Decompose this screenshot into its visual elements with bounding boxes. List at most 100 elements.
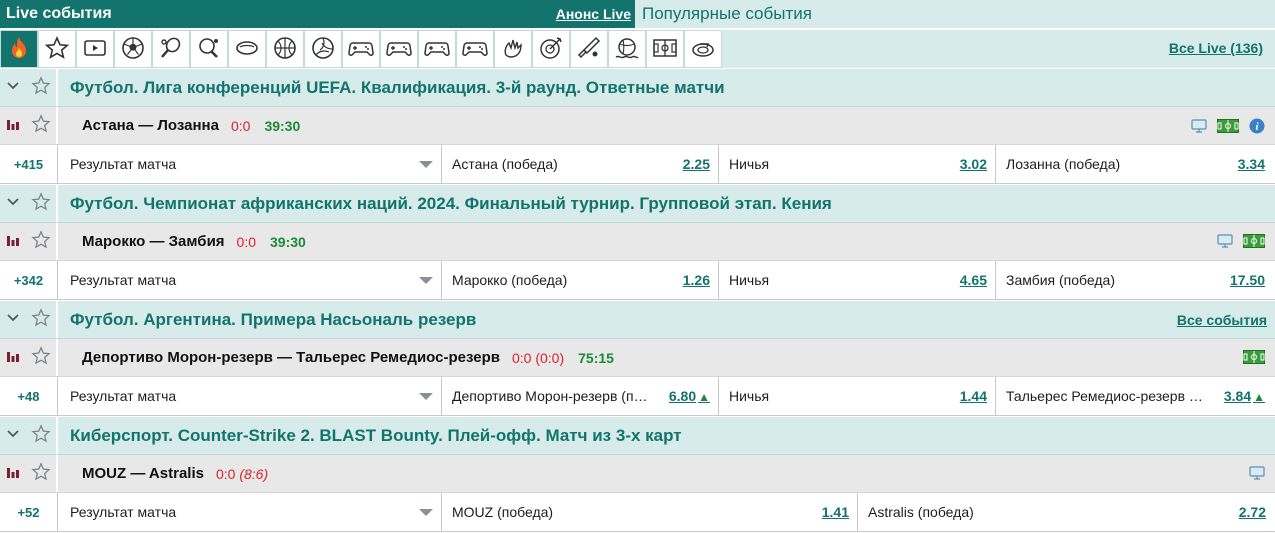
star-outline-icon bbox=[31, 76, 51, 99]
sport-button-futsal[interactable] bbox=[646, 30, 684, 68]
tournament-name[interactable]: Футбол. Лига конференций UEFA. Квалифика… bbox=[70, 78, 725, 98]
collapse-button[interactable] bbox=[0, 311, 26, 328]
handball-icon bbox=[500, 35, 526, 64]
collapse-button[interactable] bbox=[0, 195, 26, 212]
match-icons bbox=[1249, 466, 1265, 483]
tournament-name[interactable]: Футбол. Аргентина. Примера Насьональ рез… bbox=[70, 310, 476, 330]
favorite-match-button[interactable] bbox=[26, 114, 56, 137]
odds-value[interactable]: 4.65 bbox=[960, 272, 987, 288]
chevron-down-icon bbox=[419, 508, 433, 516]
match-teams[interactable]: Астана — Лозанна bbox=[82, 117, 219, 134]
match-teams[interactable]: MOUZ — Astralis bbox=[82, 465, 204, 482]
odds-outcome[interactable]: Тальерес Ремедиос-резерв … 3.84 ▲ bbox=[996, 377, 1273, 415]
more-markets-button[interactable]: +52 bbox=[0, 493, 58, 531]
match-row[interactable]: Марокко — Замбия 0:0 39:30 bbox=[0, 223, 1275, 261]
odds-outcome[interactable]: Ничья 4.65 bbox=[719, 261, 996, 299]
odds-value[interactable]: 1.44 bbox=[960, 388, 987, 404]
odds-outcome[interactable]: Астана (победа) 2.25 bbox=[442, 145, 719, 183]
odds-outcome[interactable]: Astralis (победа) 2.72 bbox=[858, 493, 1274, 531]
stats-icon bbox=[6, 233, 20, 250]
odds-outcome[interactable]: Ничья 3.02 bbox=[719, 145, 996, 183]
sport-button-esports[interactable] bbox=[456, 30, 494, 68]
market-select[interactable]: Результат матча bbox=[58, 261, 442, 299]
sport-button-esports[interactable] bbox=[380, 30, 418, 68]
sport-button-basketball[interactable] bbox=[266, 30, 304, 68]
sport-button-handball[interactable] bbox=[494, 30, 532, 68]
sport-button-tennis[interactable] bbox=[152, 30, 190, 68]
odds-outcome[interactable]: Лозанна (победа) 3.34 bbox=[996, 145, 1273, 183]
field-icon[interactable] bbox=[1243, 350, 1265, 367]
live-events-page: Live события Анонс Live Популярные событ… bbox=[0, 0, 1275, 533]
statistics-button[interactable] bbox=[0, 349, 26, 366]
odds-value[interactable]: 17.50 bbox=[1230, 272, 1265, 288]
favorite-tournament-button[interactable] bbox=[26, 192, 56, 215]
match-teams[interactable]: Марокко — Замбия bbox=[82, 233, 225, 250]
field-icon[interactable] bbox=[1243, 234, 1265, 251]
more-markets-button[interactable]: +48 bbox=[0, 377, 58, 415]
sport-button-volleyball[interactable] bbox=[304, 30, 342, 68]
field-icon[interactable] bbox=[1217, 119, 1239, 136]
all-events-link[interactable]: Все события bbox=[1177, 312, 1267, 328]
tv-icon[interactable] bbox=[1249, 466, 1265, 483]
all-live-link[interactable]: Все Live (136) bbox=[1169, 40, 1263, 56]
sport-button-water-polo[interactable] bbox=[608, 30, 646, 68]
market-select[interactable]: Результат матча bbox=[58, 145, 442, 183]
popular-events-tab[interactable]: Популярные события bbox=[635, 0, 1275, 28]
announce-live-link[interactable]: Анонс Live bbox=[556, 6, 631, 22]
odds-value[interactable]: 3.34 bbox=[1238, 156, 1265, 172]
sport-button-star[interactable] bbox=[38, 30, 76, 68]
odds-outcome[interactable]: Замбия (победа) 17.50 bbox=[996, 261, 1273, 299]
sport-button-hockey[interactable] bbox=[228, 30, 266, 68]
tournament-name[interactable]: Футбол. Чемпионат африканских наций. 202… bbox=[70, 194, 832, 214]
odds-value[interactable]: 6.80 ▲ bbox=[669, 388, 710, 404]
match-row[interactable]: Астана — Лозанна 0:0 39:30 i bbox=[0, 107, 1275, 145]
odds-value[interactable]: 3.84 ▲ bbox=[1224, 388, 1265, 404]
match-time: 75:15 bbox=[578, 349, 614, 366]
match-row[interactable]: Депортиво Морон-резерв — Тальерес Ремеди… bbox=[0, 339, 1275, 377]
favorite-tournament-button[interactable] bbox=[26, 308, 56, 331]
tournament-name[interactable]: Киберспорт. Counter-Strike 2. BLAST Boun… bbox=[70, 426, 682, 446]
odds-outcome[interactable]: Ничья 1.44 bbox=[719, 377, 996, 415]
favorite-tournament-button[interactable] bbox=[26, 76, 56, 99]
sport-button-esports[interactable] bbox=[418, 30, 456, 68]
more-markets-button[interactable]: +342 bbox=[0, 261, 58, 299]
favorite-match-button[interactable] bbox=[26, 230, 56, 253]
collapse-button[interactable] bbox=[0, 79, 26, 96]
odds-value[interactable]: 2.25 bbox=[683, 156, 710, 172]
market-select[interactable]: Результат матча bbox=[58, 493, 442, 531]
statistics-button[interactable] bbox=[0, 117, 26, 134]
odds-value[interactable]: 3.02 bbox=[960, 156, 987, 172]
odds-outcome[interactable]: Депортиво Морон-резерв (п… 6.80 ▲ bbox=[442, 377, 719, 415]
odds-value[interactable]: 1.41 bbox=[822, 504, 849, 520]
tv-icon[interactable] bbox=[1191, 119, 1207, 136]
statistics-button[interactable] bbox=[0, 233, 26, 250]
sport-button-fire[interactable] bbox=[0, 30, 38, 68]
odds-outcome[interactable]: MOUZ (победа) 1.41 bbox=[442, 493, 858, 531]
odds-outcome[interactable]: Марокко (победа) 1.26 bbox=[442, 261, 719, 299]
more-markets-button[interactable]: +415 bbox=[0, 145, 58, 183]
match-row[interactable]: MOUZ — Astralis 0:0 (8:6) bbox=[0, 455, 1275, 493]
sport-button-table-tennis[interactable] bbox=[190, 30, 228, 68]
match-icons: i bbox=[1191, 118, 1265, 137]
statistics-button[interactable] bbox=[0, 465, 26, 482]
match-teams[interactable]: Депортиво Морон-резерв — Тальерес Ремеди… bbox=[82, 349, 500, 366]
favorite-match-button[interactable] bbox=[26, 346, 56, 369]
table-tennis-icon bbox=[196, 35, 222, 64]
favorite-match-button[interactable] bbox=[26, 462, 56, 485]
market-label: Результат матча bbox=[70, 156, 177, 172]
sport-button-esports[interactable] bbox=[342, 30, 380, 68]
market-select[interactable]: Результат матча bbox=[58, 377, 442, 415]
favorite-tournament-button[interactable] bbox=[26, 424, 56, 447]
tv-icon[interactable] bbox=[1217, 234, 1233, 251]
sport-button-video[interactable] bbox=[76, 30, 114, 68]
odds-value[interactable]: 2.72 bbox=[1239, 504, 1266, 520]
sport-button-football[interactable] bbox=[114, 30, 152, 68]
football-icon bbox=[120, 35, 146, 64]
sport-button-darts[interactable] bbox=[532, 30, 570, 68]
sport-button-cricket[interactable] bbox=[570, 30, 608, 68]
info-icon[interactable]: i bbox=[1249, 118, 1265, 137]
collapse-button[interactable] bbox=[0, 427, 26, 444]
sport-button-curling[interactable] bbox=[684, 30, 722, 68]
esports-icon bbox=[462, 35, 488, 64]
odds-value[interactable]: 1.26 bbox=[683, 272, 710, 288]
